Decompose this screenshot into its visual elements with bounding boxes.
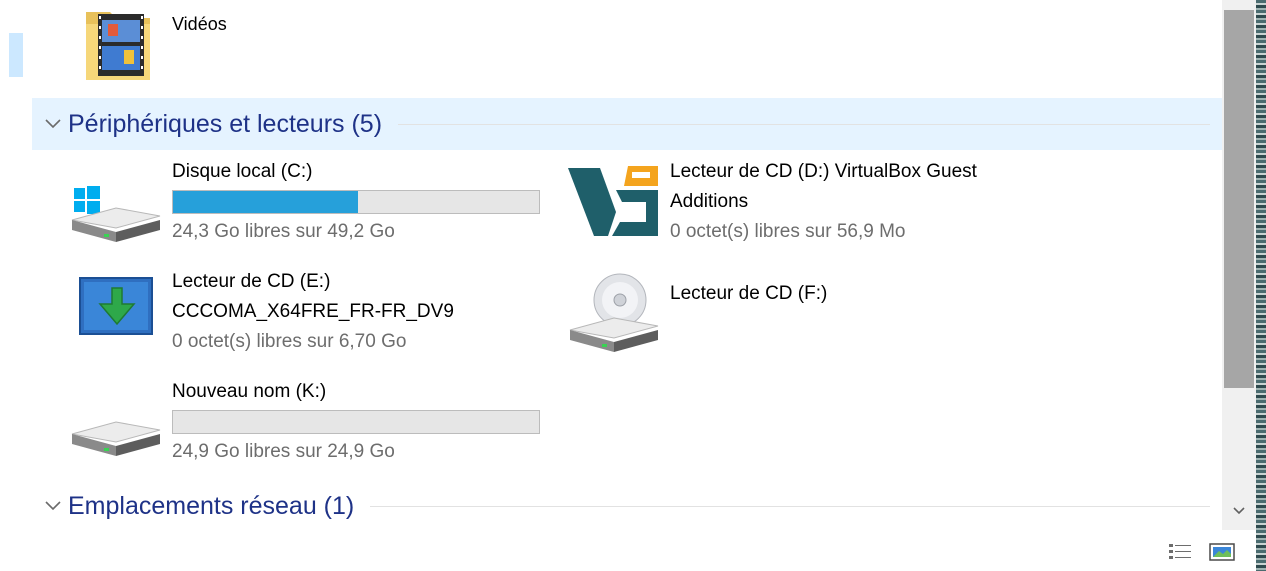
drive-item-d[interactable]: Lecteur de CD (D:) VirtualBox Guest Addi… xyxy=(566,156,1086,252)
drive-item-e[interactable]: Lecteur de CD (E:) CCCOMA_X64FRE_FR-FR_D… xyxy=(70,266,550,362)
windows-setup-disc-icon xyxy=(79,277,153,335)
vertical-scrollbar[interactable] xyxy=(1222,0,1256,530)
drive-usage-bar xyxy=(172,190,540,214)
videos-folder-icon xyxy=(86,12,150,80)
drive-item-k[interactable]: Nouveau nom (K:) 24,9 Go libres sur 24,9… xyxy=(70,378,550,474)
status-bar xyxy=(0,530,1256,571)
chevron-down-icon[interactable] xyxy=(38,98,68,150)
drive-item-c[interactable]: Disque local (C:) 24,3 Go libres sur 49,… xyxy=(70,156,550,252)
virtualbox-logo-icon xyxy=(568,166,658,236)
cd-drive-icon xyxy=(569,273,659,352)
scroll-down-arrow-icon[interactable] xyxy=(1224,496,1254,526)
folder-name: Vidéos xyxy=(172,14,227,34)
navigation-selection[interactable] xyxy=(9,33,23,77)
drive-free-space: 0 octet(s) libres sur 6,70 Go xyxy=(172,331,407,352)
group-title: Périphériques et lecteurs (5) xyxy=(68,109,383,138)
file-explorer-window: Vidéos Périphériques et lecteurs (5) Dis… xyxy=(0,0,1266,571)
group-divider xyxy=(398,123,1210,125)
group-header-devices[interactable]: Périphériques et lecteurs (5) xyxy=(32,98,1222,150)
group-title: Emplacements réseau (1) xyxy=(68,491,355,520)
drive-free-space: 24,9 Go libres sur 24,9 Go xyxy=(172,441,395,462)
windows-drive-icon xyxy=(71,186,161,242)
drive-name: Lecteur de CD (F:) xyxy=(670,283,828,304)
scrollbar-thumb[interactable] xyxy=(1224,10,1254,388)
drive-usage-bar xyxy=(172,410,540,434)
large-icons-view-icon[interactable] xyxy=(1208,540,1236,564)
drive-name-line2: CCCOMA_X64FRE_FR-FR_DV9 xyxy=(172,301,454,322)
drive-name: Nouveau nom (K:) xyxy=(172,381,327,402)
drive-free-space: 24,3 Go libres sur 49,2 Go xyxy=(172,221,395,242)
hard-drive-icon xyxy=(71,421,161,456)
group-divider xyxy=(370,505,1210,507)
drive-name: Disque local (C:) xyxy=(172,161,313,182)
drive-item-f[interactable]: Lecteur de CD (F:) xyxy=(566,266,1086,362)
content-pane: Vidéos Périphériques et lecteurs (5) Dis… xyxy=(32,0,1222,530)
group-header-network[interactable]: Emplacements réseau (1) xyxy=(32,480,1222,530)
drive-name-line1: Lecteur de CD (E:) xyxy=(172,271,331,292)
details-view-icon[interactable] xyxy=(1166,540,1194,564)
drive-free-space: 0 octet(s) libres sur 56,9 Mo xyxy=(670,221,906,242)
navigation-pane xyxy=(0,0,8,571)
drive-name-line2: Additions xyxy=(670,191,749,212)
folder-item-videos[interactable]: Vidéos xyxy=(72,0,532,90)
chevron-down-icon[interactable] xyxy=(38,480,68,530)
desktop-edge xyxy=(1256,0,1266,571)
drive-name-line1: Lecteur de CD (D:) VirtualBox Guest xyxy=(670,161,977,182)
drive-usage-fill xyxy=(173,191,359,213)
